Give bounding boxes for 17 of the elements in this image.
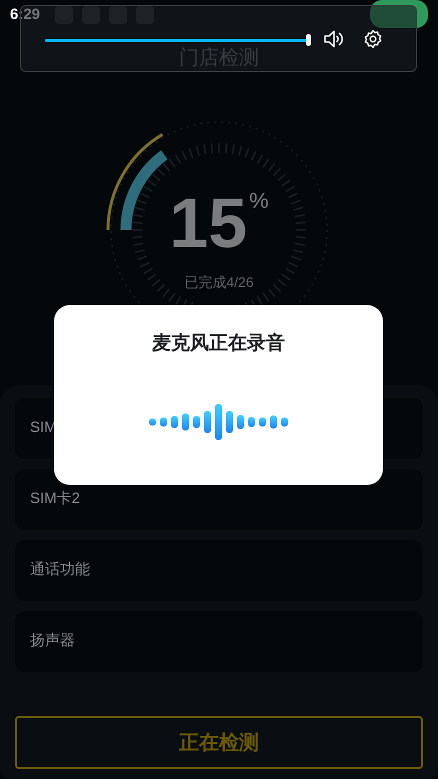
detecting-button[interactable]: 正在检测 [15,716,423,769]
volume-slider[interactable] [45,34,310,46]
speaker-icon[interactable] [324,30,344,48]
progress-percent: 15 [169,188,248,258]
status-time: 6:29 [10,4,42,25]
status-pill [370,0,428,28]
waveform-icon [146,402,290,440]
test-item-card[interactable]: 通话功能 [15,540,423,601]
notification-icon [109,6,127,24]
progress-caption: 已完成4/26 [184,273,254,292]
settings-icon[interactable] [363,29,383,49]
notification-icon [82,6,100,24]
notification-icon [136,6,154,24]
notification-icon [55,6,73,24]
test-item-card[interactable]: 扬声器 [15,611,423,672]
dialog-title: 麦克风正在录音 [152,332,285,356]
percent-unit: % [249,190,269,215]
